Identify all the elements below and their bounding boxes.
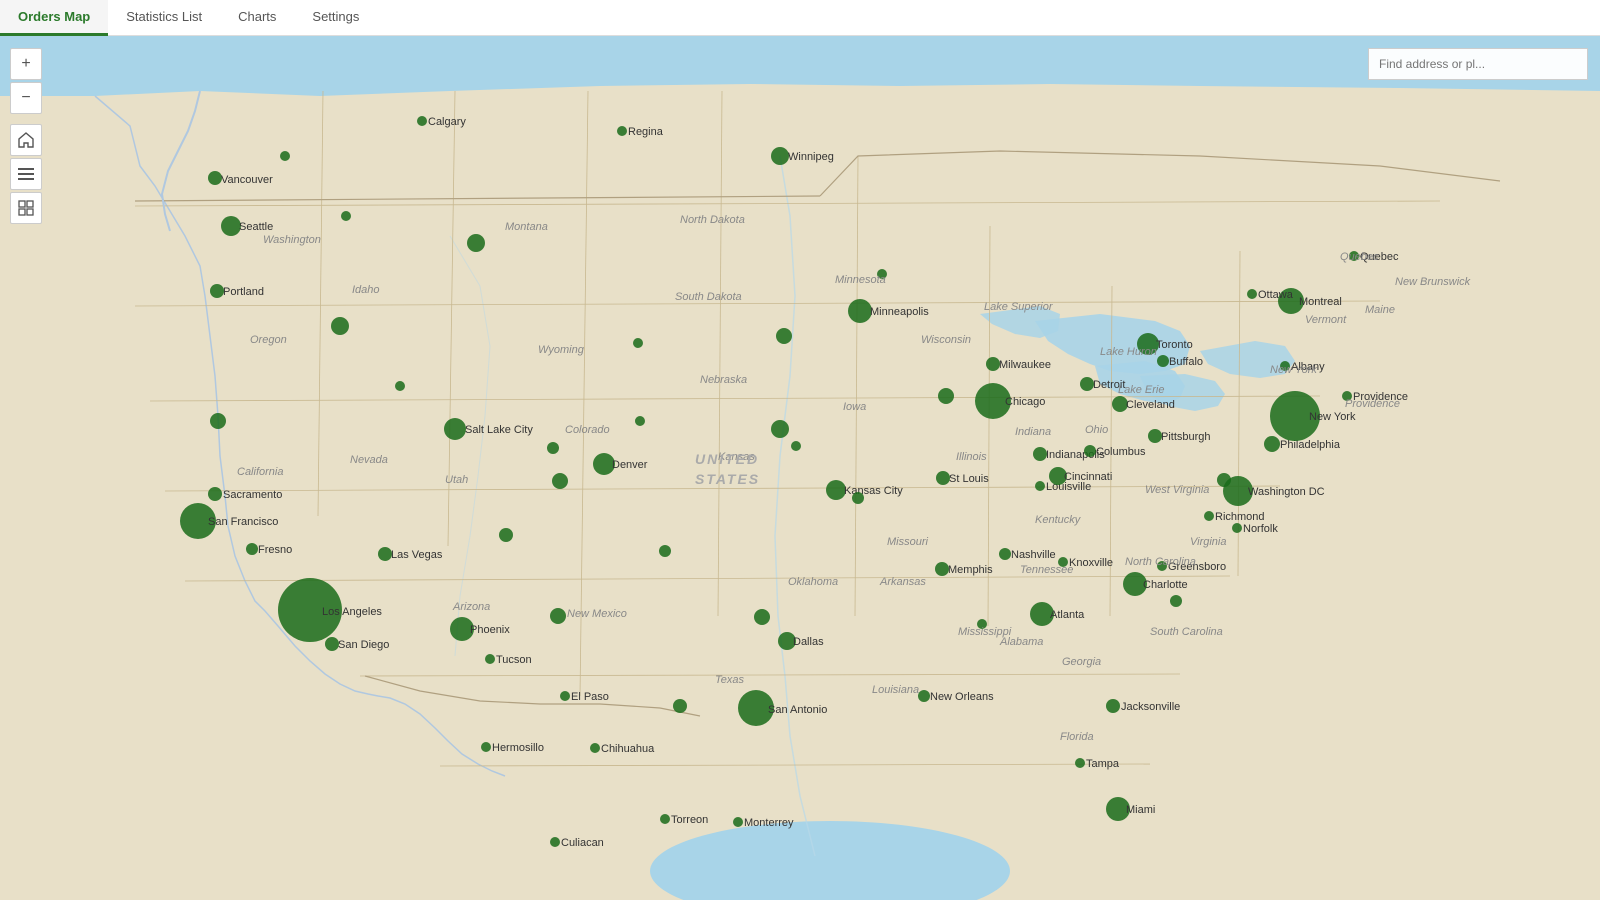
city-dot-minnesota-dot[interactable]: [938, 388, 954, 404]
city-dot-nm-dot2[interactable]: [550, 608, 566, 624]
city-dot-denver[interactable]: [593, 453, 615, 475]
city-dot-new-orleans[interactable]: [918, 690, 930, 702]
city-dot-texas-dot[interactable]: [754, 609, 770, 625]
city-dot-vancouver[interactable]: [208, 171, 222, 185]
city-dot-new-york[interactable]: [1270, 391, 1320, 441]
city-dot-kansas-city[interactable]: [826, 480, 846, 500]
city-dot-norfolk[interactable]: [1232, 523, 1242, 533]
city-dot-kansas-dot[interactable]: [771, 420, 789, 438]
city-dot-birmingham[interactable]: [977, 619, 987, 629]
map-container: VancouverCalgaryReginaWinnipegSeattlePor…: [0, 36, 1600, 900]
city-dot-greensboro[interactable]: [1157, 561, 1167, 571]
city-dot-wyoming-dot[interactable]: [395, 381, 405, 391]
city-dot-columbus[interactable]: [1084, 445, 1096, 457]
city-dot-montana-dot[interactable]: [467, 234, 485, 252]
city-dot-sacramento[interactable]: [208, 487, 222, 501]
city-dot-cincinnati[interactable]: [1049, 467, 1067, 485]
city-dot-minneapolis[interactable]: [848, 299, 872, 323]
city-dot-fresno[interactable]: [246, 543, 258, 555]
city-dot-colorado-dot1[interactable]: [547, 442, 559, 454]
city-dot-baltimore[interactable]: [1217, 473, 1231, 487]
city-dot-st-louis[interactable]: [936, 471, 950, 485]
city-dot-el-paso[interactable]: [560, 691, 570, 701]
city-dot-pittsburgh[interactable]: [1148, 429, 1162, 443]
zoom-in-button[interactable]: +: [10, 48, 42, 80]
city-dot-portland[interactable]: [210, 284, 224, 298]
city-dot-houston[interactable]: [673, 699, 687, 713]
city-dot-calgary[interactable]: [417, 116, 427, 126]
city-dot-buffalo[interactable]: [1157, 355, 1169, 367]
city-dot-nashville[interactable]: [999, 548, 1011, 560]
city-dot-colorado-dot2[interactable]: [552, 473, 568, 489]
map-background: [0, 36, 1600, 900]
city-dot-san-francisco[interactable]: [180, 503, 216, 539]
city-dot-culiacan[interactable]: [550, 837, 560, 847]
city-dot-bc-dot[interactable]: [280, 151, 290, 161]
find-address-input[interactable]: [1368, 48, 1588, 80]
list-button[interactable]: [10, 158, 42, 190]
city-dot-monterrey[interactable]: [733, 817, 743, 827]
city-dot-toronto[interactable]: [1137, 333, 1159, 355]
city-dot-iowa-dot[interactable]: [635, 416, 645, 426]
city-dot-indianapolis[interactable]: [1033, 447, 1047, 461]
city-dot-sc-dot[interactable]: [1170, 595, 1182, 607]
city-dot-tucson[interactable]: [485, 654, 495, 664]
city-dot-kc-dot2[interactable]: [852, 492, 864, 504]
city-dot-las-vegas[interactable]: [378, 547, 392, 561]
city-dot-providence[interactable]: [1342, 391, 1352, 401]
city-dot-chicago[interactable]: [975, 383, 1011, 419]
city-dot-mn-dot-lake[interactable]: [877, 269, 887, 279]
city-dot-idaho-dot2[interactable]: [331, 317, 349, 335]
city-dot-albany[interactable]: [1280, 361, 1290, 371]
city-dot-tampa[interactable]: [1075, 758, 1085, 768]
layers-button[interactable]: [10, 192, 42, 224]
city-dot-san-diego[interactable]: [325, 637, 339, 651]
tab-settings[interactable]: Settings: [294, 0, 377, 36]
header: Orders Map Statistics List Charts Settin…: [0, 0, 1600, 36]
tab-statistics-list[interactable]: Statistics List: [108, 0, 220, 36]
city-dot-sd-dot[interactable]: [776, 328, 792, 344]
city-dot-torreon[interactable]: [660, 814, 670, 824]
city-dot-louisville[interactable]: [1035, 481, 1045, 491]
city-dot-cleveland[interactable]: [1112, 396, 1128, 412]
city-dot-milwaukee[interactable]: [986, 357, 1000, 371]
city-dot-idaho-dot1[interactable]: [341, 211, 351, 221]
left-toolbar: + −: [10, 48, 42, 224]
zoom-out-button[interactable]: −: [10, 82, 42, 114]
city-dot-miami[interactable]: [1106, 797, 1130, 821]
tab-charts[interactable]: Charts: [220, 0, 294, 36]
city-dot-nebraska-dot[interactable]: [633, 338, 643, 348]
city-dot-dallas[interactable]: [778, 632, 796, 650]
search-box: [1368, 48, 1588, 80]
city-dot-regina[interactable]: [617, 126, 627, 136]
city-dot-philadelphia[interactable]: [1264, 436, 1280, 452]
city-dot-montreal[interactable]: [1278, 288, 1304, 314]
city-dot-charlotte[interactable]: [1123, 572, 1147, 596]
city-dot-kansas-dot2[interactable]: [791, 441, 801, 451]
city-dot-salt-lake-city[interactable]: [444, 418, 466, 440]
city-dot-knoxville[interactable]: [1058, 557, 1068, 567]
city-dot-jacksonville[interactable]: [1106, 699, 1120, 713]
city-dot-new-mexico-dot[interactable]: [499, 528, 513, 542]
city-dot-hermosillo[interactable]: [481, 742, 491, 752]
city-dot-richmond[interactable]: [1204, 511, 1214, 521]
city-dot-winnipeg[interactable]: [771, 147, 789, 165]
city-dot-atlanta[interactable]: [1030, 602, 1054, 626]
city-dot-los-angeles[interactable]: [278, 578, 342, 642]
city-dot-detroit[interactable]: [1080, 377, 1094, 391]
city-dot-seattle[interactable]: [221, 216, 241, 236]
city-dot-oregon-dot[interactable]: [210, 413, 226, 429]
city-dot-quebec-dot[interactable]: [1349, 251, 1359, 261]
city-dot-memphis[interactable]: [935, 562, 949, 576]
tab-orders-map[interactable]: Orders Map: [0, 0, 108, 36]
city-dot-ottawa[interactable]: [1247, 289, 1257, 299]
city-dot-phoenix[interactable]: [450, 617, 474, 641]
home-button[interactable]: [10, 124, 42, 156]
city-dot-oklahoma-dot[interactable]: [659, 545, 671, 557]
city-dot-chihuahua[interactable]: [590, 743, 600, 753]
city-dot-san-antonio[interactable]: [738, 690, 774, 726]
